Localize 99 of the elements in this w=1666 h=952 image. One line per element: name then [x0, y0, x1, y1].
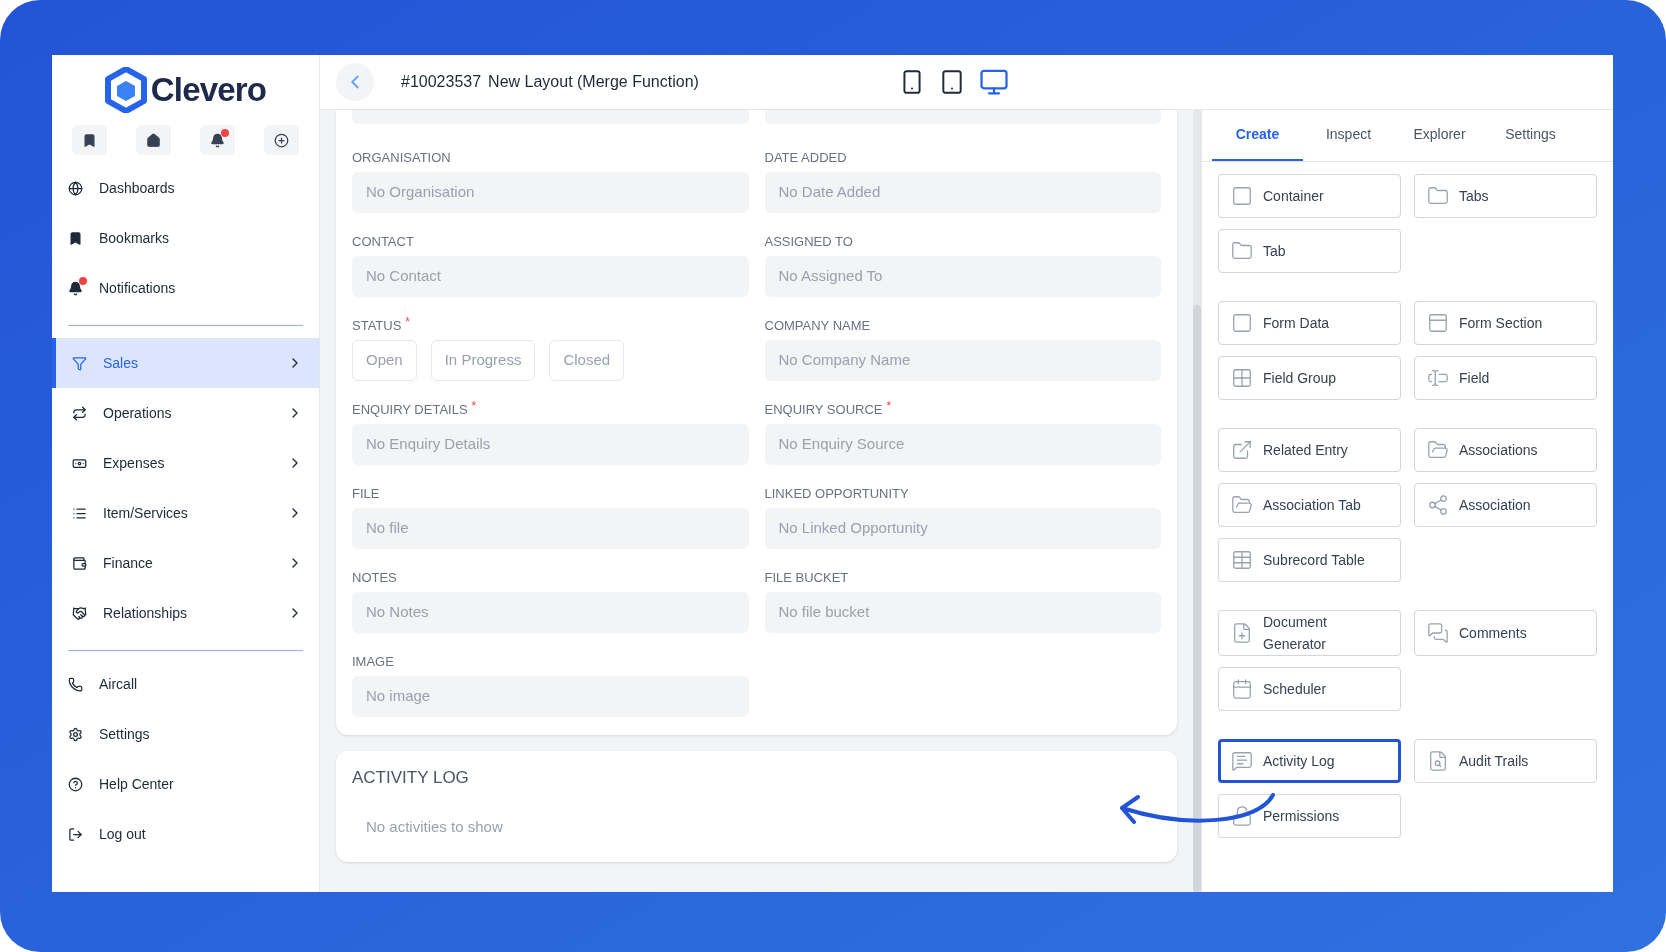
component-button[interactable]: Association	[1414, 483, 1597, 527]
unlock-icon	[1231, 805, 1253, 827]
component-button[interactable]: Field Group	[1218, 356, 1401, 400]
panel-tab[interactable]: Settings	[1485, 110, 1576, 161]
module-item[interactable]: Operations	[52, 388, 319, 438]
component-button[interactable]: Field	[1414, 356, 1597, 400]
component-button[interactable]: Association Tab	[1218, 483, 1401, 527]
monitor-icon	[978, 67, 1009, 97]
module-item[interactable]: Item/Services	[52, 488, 319, 538]
field-label: NOTES	[352, 569, 397, 587]
component-button[interactable]: Related Entry	[1218, 428, 1401, 472]
empty-state-text: No activities to show	[365, 816, 504, 837]
sidebar-item[interactable]: Dashboards	[52, 163, 319, 213]
module-item[interactable]: Sales	[52, 338, 319, 388]
component-button[interactable]: Form Section	[1414, 301, 1597, 345]
square-icon	[1231, 312, 1253, 334]
calendar-icon	[1231, 678, 1253, 700]
bell-icon	[68, 280, 83, 296]
module-item[interactable]: Finance	[52, 538, 319, 588]
quick-action-button[interactable]	[264, 125, 299, 155]
repeat-icon	[72, 405, 87, 421]
input-field[interactable]	[352, 110, 749, 124]
brand-name: Clevero	[150, 70, 267, 111]
share-icon	[1427, 494, 1449, 516]
handshake-icon	[72, 605, 87, 621]
layout-title: New Layout (Merge Function)	[488, 72, 699, 92]
component-button[interactable]: Container	[1218, 174, 1401, 218]
bell-icon	[210, 132, 225, 148]
settings-icon	[68, 726, 83, 742]
wallet-icon	[72, 555, 87, 571]
record-id: #10023537	[401, 72, 482, 92]
field-label: CONTACT	[352, 233, 414, 251]
table-icon	[1231, 549, 1253, 571]
section-title: ACTIVITY LOG	[352, 767, 470, 789]
component-button[interactable]: Document Generator	[1218, 610, 1401, 656]
field-label: FILE	[352, 485, 380, 503]
grid-icon	[1231, 367, 1253, 389]
required-asterisk: *	[886, 400, 892, 412]
folder-icon	[1231, 494, 1253, 516]
field-label: IMAGE	[352, 653, 394, 671]
field-label: STATUS	[352, 317, 402, 335]
sidebar-item[interactable]: Notifications	[52, 263, 319, 313]
sidebar-item[interactable]: Help Center	[52, 759, 319, 809]
chat-icon	[1427, 622, 1449, 644]
sidebar-item[interactable]: Log out	[52, 809, 319, 859]
funnel-icon	[72, 355, 87, 371]
quick-action-button[interactable]	[200, 125, 235, 155]
component-button[interactable]: Comments	[1414, 610, 1597, 656]
field-label: ENQUIRY DETAILS	[352, 401, 468, 419]
panel-tab[interactable]: Create	[1212, 110, 1303, 161]
folder-icon	[1427, 185, 1449, 207]
help-icon	[68, 776, 83, 792]
quick-action-button[interactable]	[72, 125, 107, 155]
component-button[interactable]: Associations	[1414, 428, 1597, 472]
component-button[interactable]: Tab	[1218, 229, 1401, 273]
field-label: FILE BUCKET	[764, 569, 849, 587]
list-icon	[72, 505, 87, 521]
folder-icon	[1427, 439, 1449, 461]
cube-logo-icon	[104, 67, 147, 113]
required-asterisk: *	[471, 400, 477, 412]
sidebar-item[interactable]: Aircall	[52, 659, 319, 709]
bookmark-icon	[68, 230, 83, 246]
text-cursor-icon	[1427, 367, 1449, 389]
bookmark-icon	[82, 132, 97, 148]
quick-action-button[interactable]	[136, 125, 171, 155]
home-icon	[146, 132, 161, 148]
field-label: ENQUIRY SOURCE	[764, 401, 883, 419]
component-button[interactable]: Scheduler	[1218, 667, 1401, 711]
field-label: LINKED OPPORTUNITY	[764, 485, 909, 503]
link-icon	[1231, 439, 1253, 461]
folder-icon	[1231, 240, 1253, 262]
module-item[interactable]: Expenses	[52, 438, 319, 488]
field-label: ASSIGNED TO	[764, 233, 853, 251]
logout-icon	[68, 826, 83, 842]
component-button[interactable]: Permissions	[1218, 794, 1401, 838]
panel-tab[interactable]: Inspect	[1303, 110, 1394, 161]
module-item[interactable]: Relationships	[52, 588, 319, 638]
sidebar-item[interactable]: Bookmarks	[52, 213, 319, 263]
frame-icon	[1231, 185, 1253, 207]
component-button[interactable]: Form Data	[1218, 301, 1401, 345]
scrollbar-thumb[interactable]	[1193, 305, 1201, 892]
input-field[interactable]	[764, 110, 1161, 124]
panel-icon	[1427, 312, 1449, 334]
panel-tab[interactable]: Explorer	[1394, 110, 1485, 161]
component-button[interactable]: Tabs	[1414, 174, 1597, 218]
plus-circle-icon	[274, 132, 289, 148]
file-plus-icon	[1231, 622, 1253, 644]
globe-icon	[68, 180, 83, 196]
field-label: COMPANY NAME	[764, 317, 871, 335]
component-button[interactable]: Activity Log	[1218, 739, 1401, 783]
component-button[interactable]: Audit Trails	[1414, 739, 1597, 783]
chat-icon	[1231, 750, 1253, 772]
component-button[interactable]: Subrecord Table	[1218, 538, 1401, 582]
file-search-icon	[1427, 750, 1449, 772]
phone-icon	[68, 676, 83, 692]
field-label: DATE ADDED	[764, 149, 847, 167]
required-asterisk: *	[405, 316, 411, 328]
sidebar-item[interactable]: Settings	[52, 709, 319, 759]
field-label: ORGANISATION	[352, 149, 451, 167]
